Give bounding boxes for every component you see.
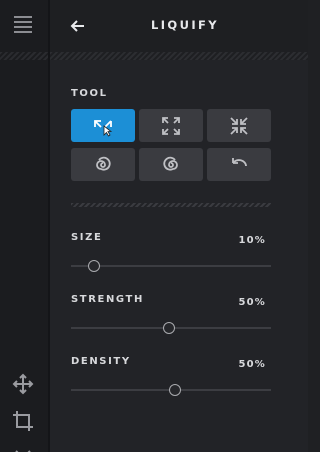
tool-expand-button[interactable] bbox=[71, 109, 135, 142]
layers-icon[interactable] bbox=[8, 9, 38, 39]
bloat-icon bbox=[162, 116, 180, 135]
tool-pinch-button[interactable] bbox=[207, 109, 271, 142]
size-value: 10% bbox=[238, 235, 266, 246]
tool-twirl-left-button[interactable] bbox=[71, 148, 135, 181]
left-toolbar bbox=[0, 0, 48, 452]
slider-track bbox=[71, 265, 271, 267]
chevron-down-icon[interactable] bbox=[8, 440, 38, 452]
tool-twirl-right-button[interactable] bbox=[139, 148, 203, 181]
slider-thumb[interactable] bbox=[169, 384, 181, 396]
size-slider[interactable] bbox=[71, 259, 271, 273]
tool-section-label: TOOL bbox=[71, 88, 108, 99]
twirl-left-icon bbox=[96, 156, 111, 170]
size-label: SIZE bbox=[71, 232, 103, 243]
liquify-panel: LIQUIFY TOOL SIZE 10% STRENGTH 50% DENSI… bbox=[50, 0, 308, 452]
slider-thumb[interactable] bbox=[88, 260, 100, 272]
density-slider[interactable] bbox=[71, 383, 271, 397]
twirl-right-icon bbox=[163, 156, 178, 170]
page-title: LIQUIFY bbox=[151, 18, 219, 32]
rail-hatch bbox=[0, 52, 48, 60]
crop-icon[interactable] bbox=[8, 406, 38, 436]
slider-thumb[interactable] bbox=[163, 322, 175, 334]
tool-undo-button[interactable] bbox=[207, 148, 271, 181]
expand-arrows-icon bbox=[94, 119, 113, 137]
strength-slider[interactable] bbox=[71, 321, 271, 335]
pinch-icon bbox=[230, 116, 248, 135]
move-icon[interactable] bbox=[8, 369, 38, 399]
undo-icon bbox=[232, 157, 247, 166]
density-label: DENSITY bbox=[71, 356, 131, 367]
panel-header: LIQUIFY bbox=[50, 0, 308, 52]
strength-label: STRENGTH bbox=[71, 294, 144, 305]
density-value: 50% bbox=[238, 359, 266, 370]
tool-bloat-button[interactable] bbox=[139, 109, 203, 142]
strength-value: 50% bbox=[238, 297, 266, 308]
section-divider bbox=[71, 203, 271, 207]
header-hatch bbox=[50, 52, 308, 60]
